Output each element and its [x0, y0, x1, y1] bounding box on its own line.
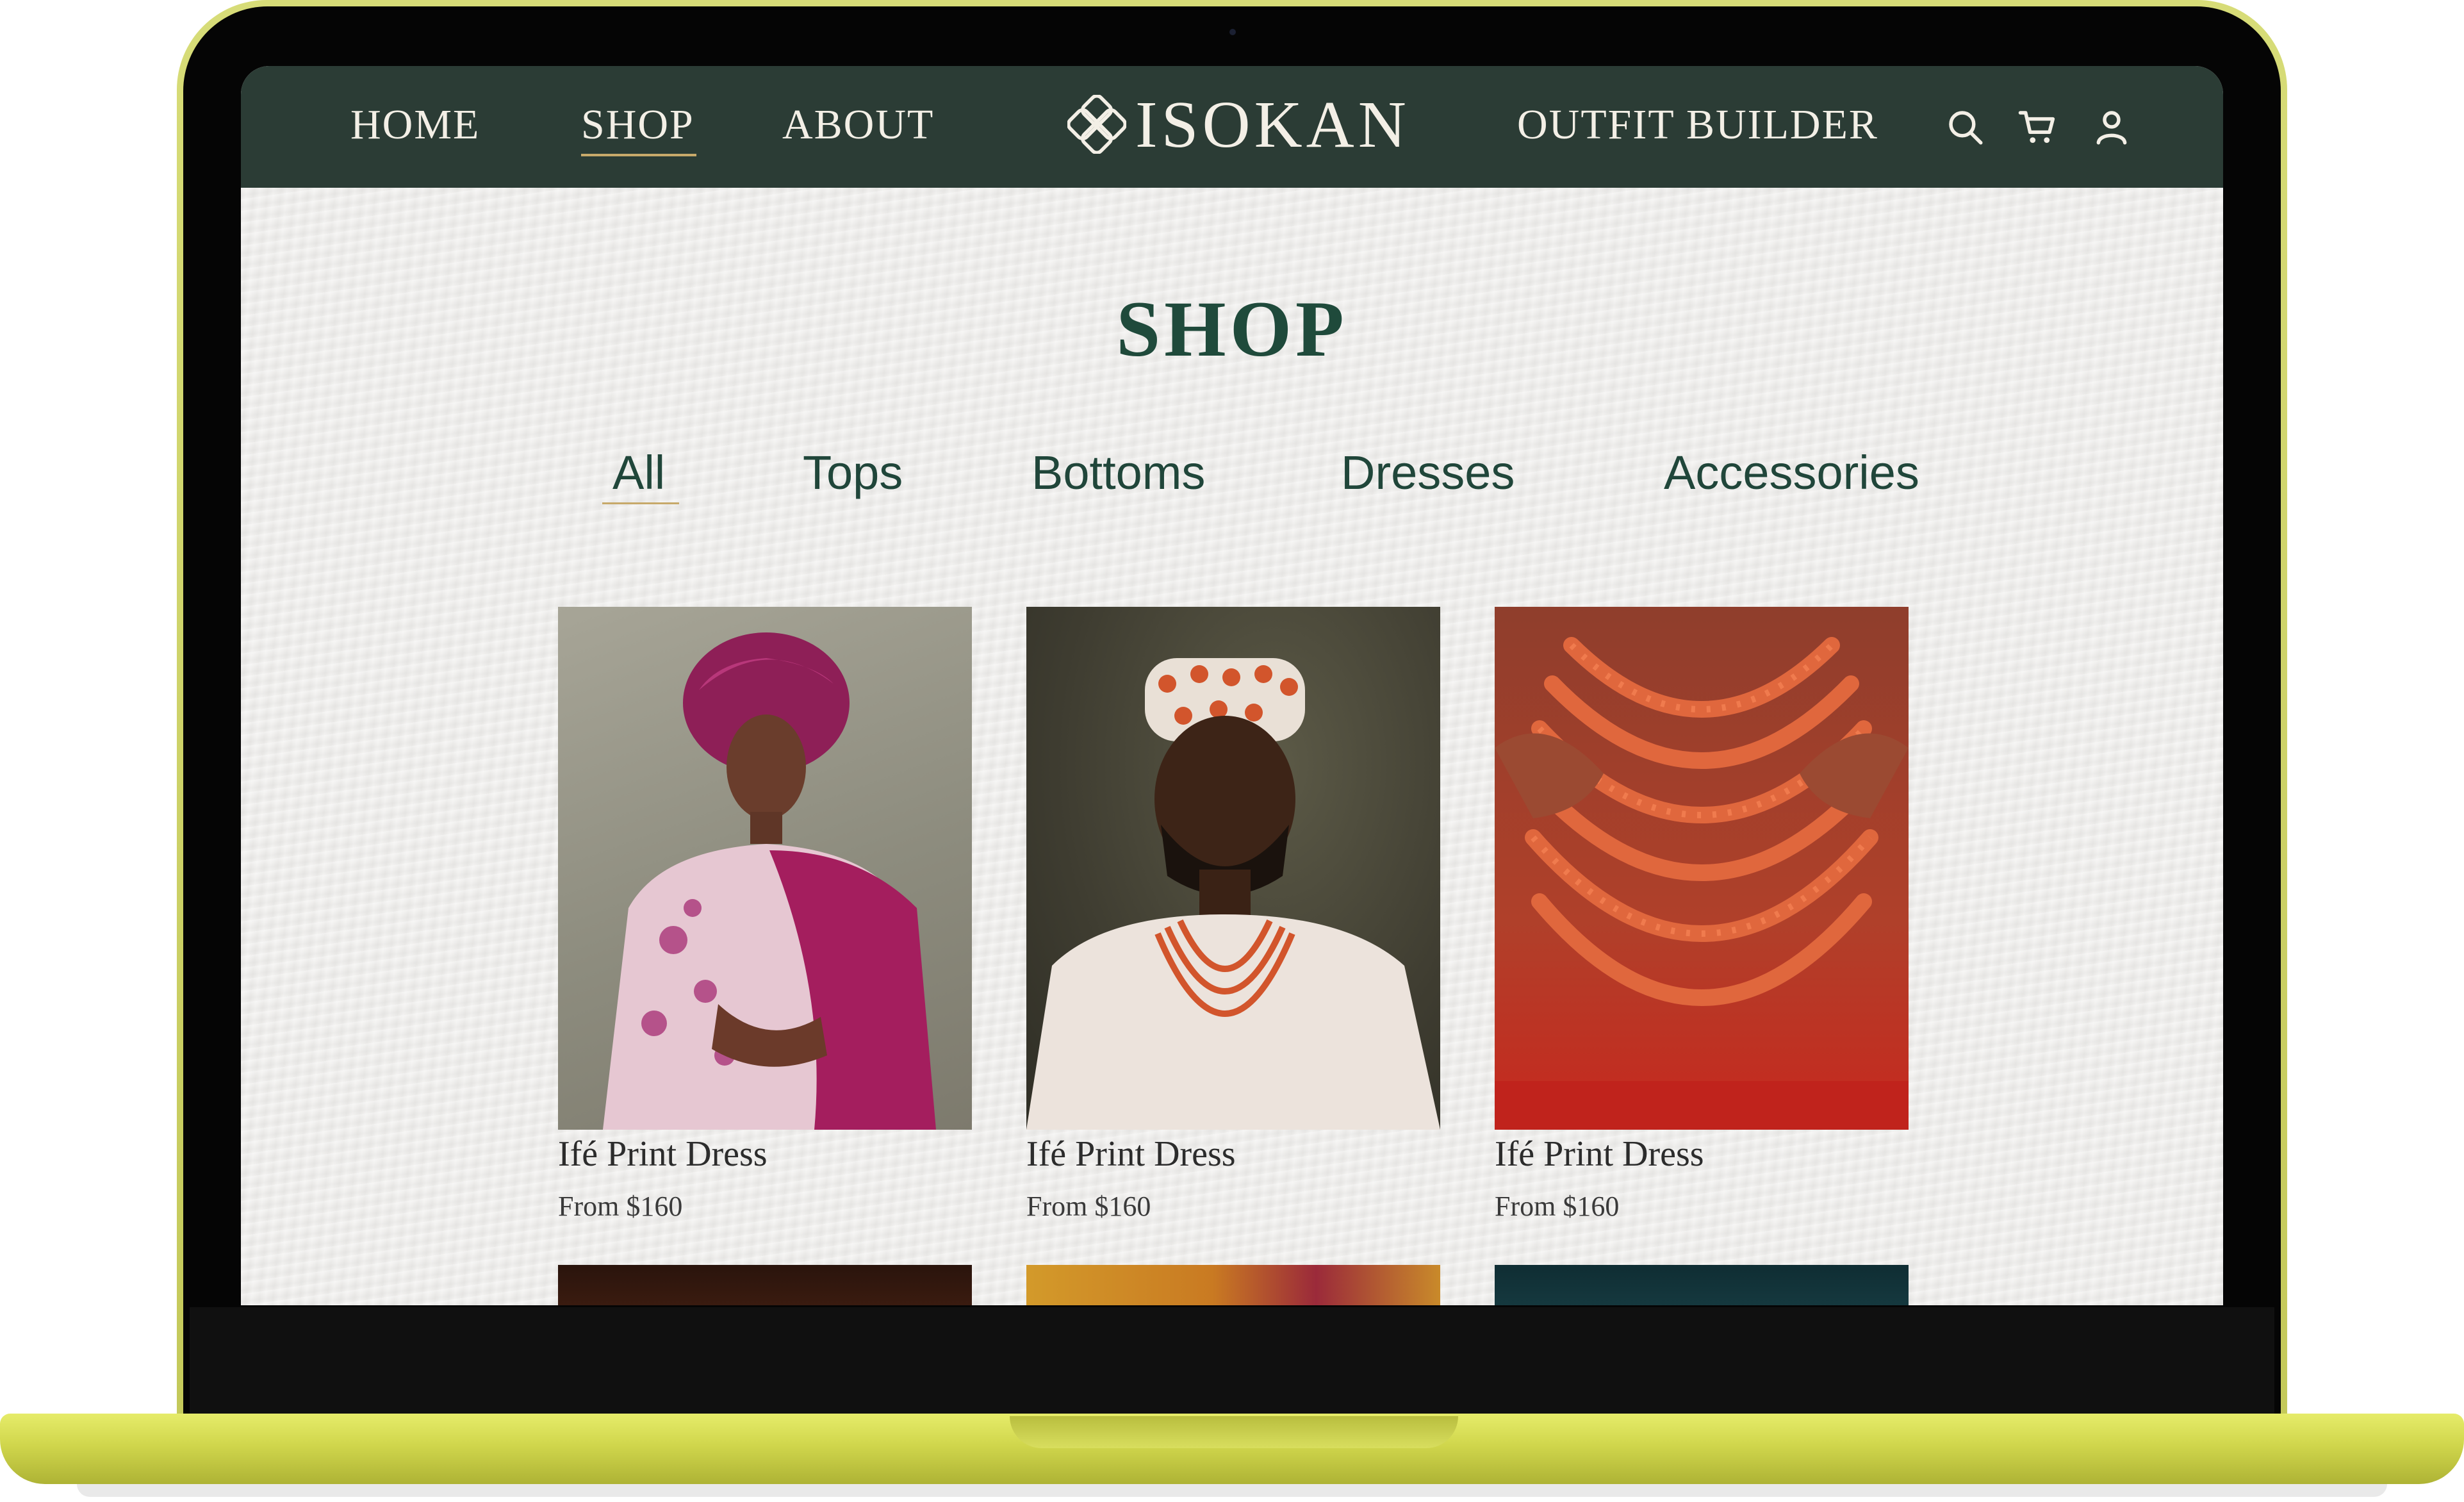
- product-card[interactable]: Ifé Print Dress From $160: [1495, 607, 1909, 1222]
- product-image[interactable]: [1026, 607, 1440, 1130]
- coral-beads-portrait: [1495, 637, 1909, 1130]
- top-navbar: HOME SHOP ABOUT ISOKAN OUTFIT BUILDER: [241, 66, 2223, 188]
- website-screen: HOME SHOP ABOUT ISOKAN OUTFIT BUILDER SH…: [241, 66, 2223, 1305]
- product-price: From $160: [558, 1191, 683, 1222]
- laptop-opening-notch: [1010, 1416, 1458, 1448]
- man-coral-cap-portrait: [1026, 658, 1440, 1130]
- category-active-underline: [602, 502, 679, 504]
- webcam: [1229, 29, 1236, 35]
- laptop-chin: [190, 1307, 2274, 1416]
- nav-home-link[interactable]: HOME: [350, 99, 480, 151]
- product-image[interactable]: [1495, 607, 1909, 1130]
- product-name[interactable]: Ifé Print Dress: [1026, 1134, 1236, 1175]
- nav-shop-link[interactable]: SHOP: [581, 99, 694, 151]
- category-tab-accessories[interactable]: Accessories: [1664, 441, 1919, 505]
- product-name[interactable]: Ifé Print Dress: [1495, 1134, 1704, 1175]
- product-price: From $160: [1026, 1191, 1151, 1222]
- nav-outfit-builder-link[interactable]: OUTFIT BUILDER: [1517, 99, 1878, 151]
- product-card[interactable]: Ifé Print Dress From $160: [558, 607, 972, 1222]
- knot-logo-icon: [1067, 95, 1126, 154]
- cart-icon[interactable]: [2017, 106, 2059, 148]
- category-tab-bottoms[interactable]: Bottoms: [1031, 441, 1205, 505]
- nav-about-link[interactable]: ABOUT: [782, 99, 934, 151]
- user-icon[interactable]: [2090, 106, 2133, 148]
- brand-name: ISOKAN: [1135, 87, 1410, 161]
- category-tab-tops[interactable]: Tops: [803, 441, 903, 505]
- product-image-partial[interactable]: [558, 1265, 972, 1305]
- product-card[interactable]: Ifé Print Dress From $160: [1026, 607, 1440, 1222]
- product-image-partial[interactable]: [1495, 1265, 1909, 1305]
- page-title: SHOP: [1116, 285, 1348, 373]
- laptop-shadow: [77, 1484, 2387, 1497]
- woman-gele-portrait: [603, 632, 936, 1130]
- search-icon[interactable]: [1944, 106, 1986, 148]
- product-image[interactable]: [558, 607, 972, 1130]
- category-tab-dresses[interactable]: Dresses: [1341, 441, 1515, 505]
- category-tab-all[interactable]: All: [612, 441, 665, 505]
- product-image-partial[interactable]: [1026, 1265, 1440, 1305]
- brand-logo[interactable]: ISOKAN: [1067, 87, 1410, 161]
- product-price: From $160: [1495, 1191, 1620, 1222]
- nav-active-underline: [581, 154, 696, 156]
- product-name[interactable]: Ifé Print Dress: [558, 1134, 768, 1175]
